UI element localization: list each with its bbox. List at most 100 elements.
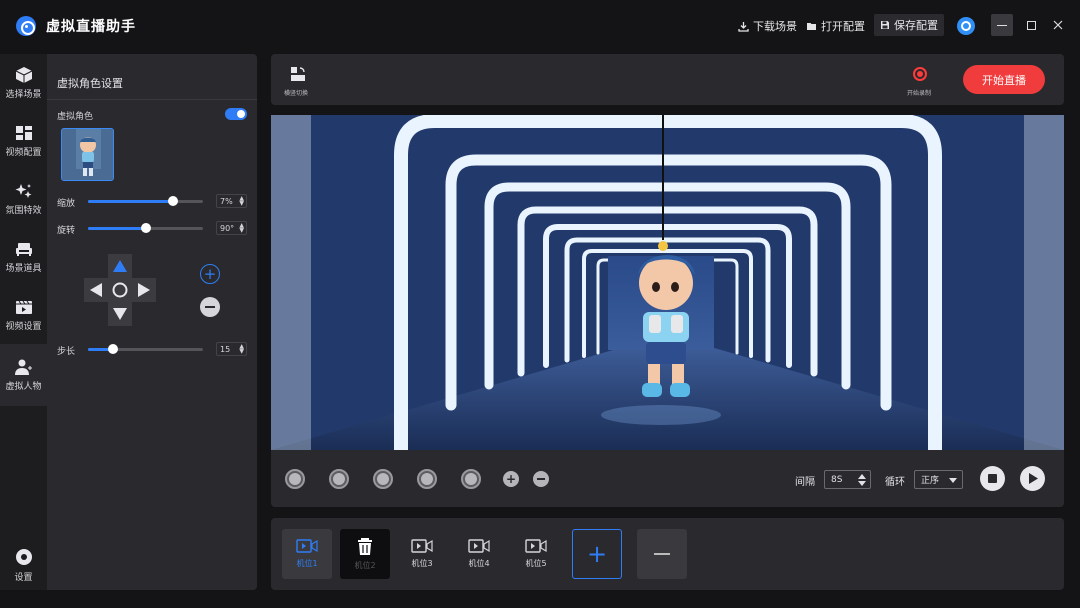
stop-button[interactable] [980, 466, 1005, 491]
zoom-out-button[interactable] [200, 297, 220, 317]
spin-arrows-icon[interactable]: ▲ ▼ [239, 344, 244, 355]
film-icon [15, 300, 32, 314]
loop-select[interactable]: 正序 [914, 470, 963, 489]
step-spinbox[interactable]: 15 ▲ ▼ [216, 342, 247, 356]
spin-arrows-icon[interactable]: ▲ ▼ [239, 196, 244, 207]
remove-scene-button[interactable] [533, 471, 549, 487]
interval-spinbox[interactable]: 8S [824, 470, 871, 489]
center-circle-icon [112, 282, 128, 298]
move-right-button[interactable] [132, 278, 156, 302]
rotate-slider-knob[interactable] [140, 223, 151, 233]
spin-arrows-icon[interactable]: ▲ ▼ [239, 223, 244, 234]
nav-item-atmosphere-effects[interactable]: 氛围特效 [0, 170, 47, 228]
scale-slider-knob[interactable] [168, 196, 179, 206]
nav-item-scene-props[interactable]: 场景道具 [0, 228, 47, 286]
plus-icon: + [586, 540, 608, 568]
camera-slot-1[interactable]: 机位1 [282, 529, 332, 579]
scene-control-bar: + 间隔 8S 循环 正序 [271, 450, 1064, 507]
sparkle-icon [15, 183, 31, 198]
add-camera-button[interactable]: + [572, 529, 622, 579]
save-config-button[interactable]: 保存配置 [874, 14, 944, 36]
scene-slot-button[interactable] [373, 469, 393, 489]
preview-stage[interactable] [271, 115, 1064, 450]
account-icon[interactable] [957, 17, 975, 35]
title-bar: 虚拟直播助手 下载场景 打开配置 保存配置 [0, 0, 1080, 52]
nav-item-video-settings[interactable]: 视频设置 [0, 286, 47, 344]
nav-item-label: 氛围特效 [5, 205, 42, 216]
arrow-left-icon [90, 283, 102, 297]
record-icon[interactable] [913, 67, 927, 81]
scale-value: 7% [220, 196, 233, 206]
move-left-button[interactable] [84, 278, 108, 302]
avatar-toggle[interactable] [225, 108, 247, 120]
nav-item-video-config[interactable]: 视频配置 [0, 112, 47, 170]
loop-label: 循环 [885, 477, 905, 488]
nav-item-virtual-person[interactable]: 虚拟人物 [0, 344, 47, 406]
open-config-button[interactable]: 打开配置 [806, 16, 865, 36]
minus-icon [205, 306, 215, 308]
scale-spinbox[interactable]: 7% ▲ ▼ [216, 194, 247, 208]
arrow-right-icon [138, 283, 150, 297]
nav-item-label: 场景道具 [5, 263, 42, 274]
nav-item-label: 选择场景 [5, 89, 42, 100]
scene-slot-button[interactable] [329, 469, 349, 489]
download-scene-button[interactable]: 下载场景 [738, 16, 797, 36]
minus-icon [537, 478, 545, 480]
rotate-label: 旋转 [57, 226, 76, 236]
plus-icon: + [505, 472, 517, 486]
trash-icon[interactable] [354, 537, 376, 555]
camera-label: 机位5 [525, 559, 547, 568]
arrow-up-icon [113, 260, 127, 272]
download-icon [738, 21, 749, 32]
step-slider[interactable] [88, 344, 203, 354]
loop-value: 正序 [921, 476, 940, 486]
step-value: 15 [220, 344, 231, 354]
nav-item-label: 视频设置 [5, 321, 42, 332]
nav-item-settings[interactable]: 设置 [0, 542, 47, 588]
open-config-label: 打开配置 [821, 20, 865, 33]
close-icon [1053, 20, 1063, 30]
scene-slot-button[interactable] [461, 469, 481, 489]
camera-slot-4[interactable]: 机位4 [454, 529, 504, 579]
remove-camera-button[interactable] [637, 529, 687, 579]
play-button[interactable] [1020, 466, 1045, 491]
camera-position-bar: 机位1 机位2 机位3 机位4 机位5 + [271, 518, 1064, 590]
center-reset-button[interactable] [108, 278, 132, 302]
folder-icon [807, 23, 816, 30]
spin-arrows-icon[interactable] [858, 474, 866, 486]
maximize-button[interactable] [1020, 14, 1042, 36]
orientation-switch-label: 横竖切换 [284, 90, 309, 97]
nav-item-select-scene[interactable]: 选择场景 [0, 54, 47, 112]
avatar-thumbnail[interactable] [61, 128, 114, 181]
move-up-button[interactable] [108, 254, 132, 278]
minus-icon [654, 553, 670, 555]
rotate-spinbox[interactable]: 90° ▲ ▼ [216, 221, 247, 235]
stop-icon [988, 474, 997, 483]
rotate-slider[interactable] [88, 223, 203, 233]
add-scene-button[interactable]: + [503, 471, 519, 487]
avatar-settings-panel: 虚拟角色设置 虚拟角色 缩放 7% ▲ ▼ 旋转 90° ▲ ▼ + 步长 15… [47, 54, 257, 590]
close-button[interactable] [1047, 14, 1069, 36]
camera-slot-5[interactable]: 机位5 [511, 529, 561, 579]
rotate-value: 90° [220, 223, 235, 233]
panel-divider [47, 99, 257, 100]
start-live-button[interactable]: 开始直播 [963, 65, 1045, 94]
zoom-in-button[interactable]: + [200, 264, 220, 284]
camera-slot-2[interactable]: 机位2 [340, 529, 390, 579]
app-title: 虚拟直播助手 [46, 19, 136, 35]
chevron-down-icon [949, 478, 957, 483]
move-down-button[interactable] [108, 302, 132, 326]
download-scene-label: 下载场景 [753, 20, 797, 33]
tunnel-scene-image [271, 115, 1064, 450]
step-slider-knob[interactable] [108, 344, 119, 354]
scene-slot-button[interactable] [417, 469, 437, 489]
orientation-switch-icon[interactable] [290, 66, 306, 82]
scene-slot-button[interactable] [285, 469, 305, 489]
camera-slot-3[interactable]: 机位3 [397, 529, 447, 579]
camera-label: 机位3 [411, 559, 433, 568]
gear-icon [15, 548, 32, 565]
minimize-button[interactable] [991, 14, 1013, 36]
left-nav: 选择场景 视频配置 氛围特效 场景道具 视频设置 虚拟人物 设置 [0, 54, 47, 590]
camera-label: 机位1 [296, 559, 318, 568]
scale-slider[interactable] [88, 196, 203, 206]
